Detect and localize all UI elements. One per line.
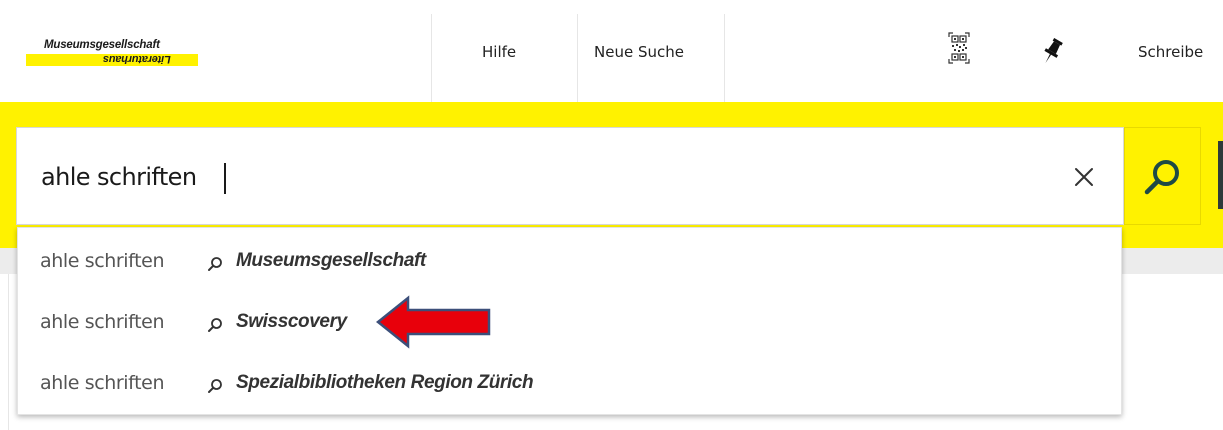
close-icon[interactable]	[1073, 166, 1095, 188]
header-divider	[431, 14, 432, 102]
text-caret	[224, 163, 226, 194]
header-divider	[724, 14, 725, 102]
adjacent-button-edge	[1218, 141, 1223, 209]
suggestion-scope: Museumsgesellschaft	[236, 250, 426, 271]
logo-text-top: Museumsgesellschaft	[44, 39, 160, 51]
search-icon	[208, 379, 222, 393]
suggestion-item[interactable]: ahle schriften Spezialbibliotheken Regio…	[18, 354, 1123, 416]
search-button[interactable]	[1124, 127, 1201, 225]
search-input[interactable]	[41, 159, 1041, 195]
suggestion-query: ahle schriften	[40, 311, 165, 333]
search-box	[16, 127, 1124, 225]
suggestion-query: ahle schriften	[40, 372, 165, 394]
nav-new-search-link[interactable]: Neue Suche	[594, 43, 684, 61]
suggestion-scope: Swisscovery	[236, 311, 347, 332]
logo-text-mirrored: Literaturhaus	[103, 53, 171, 65]
write-link[interactable]: Schreibe	[1138, 43, 1203, 61]
suggestion-scope: Spezialbibliotheken Region Zürich	[236, 372, 534, 393]
search-icon	[1144, 160, 1179, 195]
top-header: Museumsgesellschaft Literaturhaus Hilfe …	[0, 0, 1223, 102]
annotation-arrow	[376, 295, 491, 349]
suggestion-item[interactable]: ahle schriften Museumsgesellschaft	[18, 232, 1123, 294]
logo[interactable]: Museumsgesellschaft Literaturhaus	[26, 38, 198, 68]
content-divider	[8, 274, 9, 430]
pushpin-icon[interactable]	[1043, 38, 1063, 66]
header-divider	[577, 14, 578, 102]
suggestions-dropdown: ahle schriften Museumsgesellschaft ahle …	[17, 227, 1122, 415]
suggestion-item[interactable]: ahle schriften Swisscovery	[18, 293, 1123, 355]
search-icon	[208, 257, 222, 271]
nav-help-link[interactable]: Hilfe	[482, 43, 516, 61]
qr-code-icon[interactable]	[948, 32, 970, 64]
suggestion-query: ahle schriften	[40, 250, 165, 272]
search-icon	[208, 318, 222, 332]
